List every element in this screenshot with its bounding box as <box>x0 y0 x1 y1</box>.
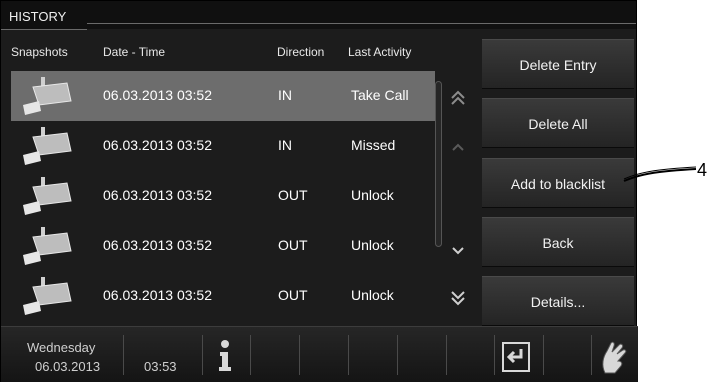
status-separator <box>591 335 592 375</box>
status-separator <box>250 335 251 375</box>
row-datetime: 06.03.2013 03:52 <box>103 87 212 103</box>
status-day: Wednesday <box>27 340 96 355</box>
row-datetime: 06.03.2013 03:52 <box>103 287 212 303</box>
table-row[interactable]: 06.03.2013 03:52 IN Take Call <box>11 71 435 121</box>
status-separator <box>123 335 124 375</box>
row-direction: IN <box>278 137 292 153</box>
row-direction: IN <box>278 87 292 103</box>
page-title: HISTORY <box>9 9 67 24</box>
row-direction: OUT <box>278 237 308 253</box>
row-activity: Unlock <box>351 237 394 253</box>
return-icon[interactable] <box>501 339 531 373</box>
double-chevron-up-icon[interactable] <box>447 87 469 109</box>
delete-entry-button[interactable]: Delete Entry <box>482 39 634 89</box>
row-activity: Missed <box>351 137 396 153</box>
camera-icon <box>15 275 75 317</box>
row-activity: Take Call <box>351 87 409 103</box>
title-underline <box>1 29 87 30</box>
history-screen: HISTORY Snapshots Date - Time Direction … <box>0 0 638 382</box>
info-icon[interactable] <box>214 339 236 373</box>
row-datetime: 06.03.2013 03:52 <box>103 187 212 203</box>
camera-icon <box>15 125 75 167</box>
column-header-activity: Last Activity <box>348 45 412 59</box>
status-time: 03:53 <box>144 359 177 374</box>
row-direction: OUT <box>278 287 308 303</box>
scrollbar[interactable] <box>435 81 442 247</box>
column-header-direction: Direction <box>277 45 325 59</box>
status-bar: Wednesday 06.03.2013 03:53 <box>1 326 638 382</box>
status-separator <box>348 335 349 375</box>
callout-leader-line <box>623 166 697 182</box>
status-separator <box>397 335 398 375</box>
table-row[interactable]: 06.03.2013 03:52 IN Missed <box>11 121 435 171</box>
row-datetime: 06.03.2013 03:52 <box>103 237 212 253</box>
status-separator <box>494 335 495 375</box>
row-activity: Unlock <box>351 187 394 203</box>
status-date: 06.03.2013 <box>35 359 101 374</box>
history-list: 06.03.2013 03:52 IN Take Call 06.03.2013 03… <box>11 71 435 323</box>
title-divider <box>87 23 636 24</box>
status-separator <box>543 335 544 375</box>
status-separator <box>202 335 203 375</box>
chevron-down-icon[interactable] <box>447 239 469 261</box>
details-button[interactable]: Details... <box>482 276 634 326</box>
table-row[interactable]: 06.03.2013 03:52 OUT Unlock <box>11 221 435 271</box>
column-header-datetime: Date - Time <box>103 45 166 59</box>
callout-number: 4 <box>697 160 708 180</box>
table-row[interactable]: 06.03.2013 03:52 OUT Unlock <box>11 171 435 221</box>
title-bar: HISTORY <box>1 1 636 30</box>
double-chevron-down-icon[interactable] <box>447 287 469 309</box>
camera-icon <box>15 175 75 217</box>
cleaning-hand-icon[interactable] <box>597 339 631 375</box>
row-datetime: 06.03.2013 03:52 <box>103 137 212 153</box>
add-to-blacklist-button[interactable]: Add to blacklist <box>482 158 634 208</box>
column-header-snapshots: Snapshots <box>11 45 68 59</box>
table-row[interactable]: 06.03.2013 03:52 OUT Unlock <box>11 271 435 321</box>
row-direction: OUT <box>278 187 308 203</box>
row-activity: Unlock <box>351 287 394 303</box>
camera-icon <box>15 225 75 267</box>
delete-all-button[interactable]: Delete All <box>482 98 634 148</box>
back-button[interactable]: Back <box>482 217 634 267</box>
chevron-up-icon[interactable] <box>447 137 469 159</box>
status-separator <box>446 335 447 375</box>
camera-icon <box>15 75 75 117</box>
status-separator <box>299 335 300 375</box>
